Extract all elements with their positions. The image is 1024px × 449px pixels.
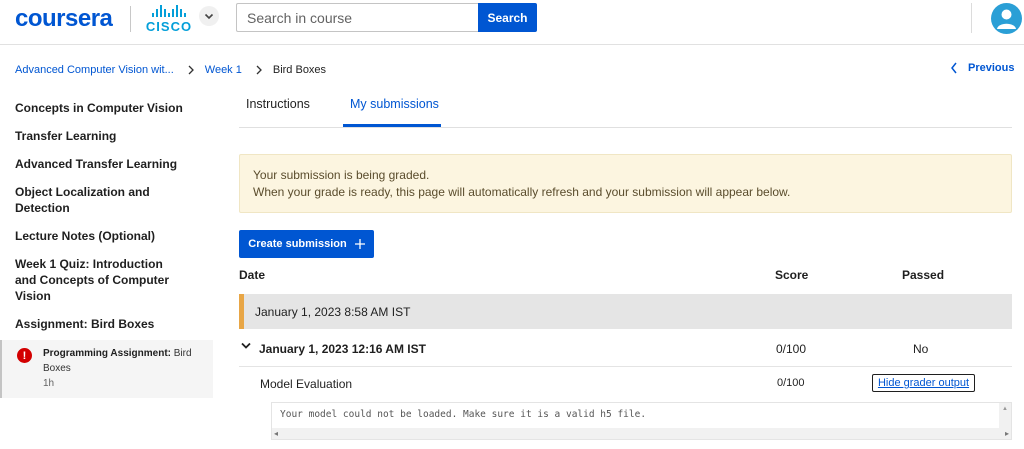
sidebar-item-week1-quiz[interactable]: Week 1 Quiz: Introduction and Concepts o… [0, 254, 200, 308]
active-tab-indicator [343, 124, 441, 127]
vertical-scrollbar[interactable]: ▲ [999, 403, 1011, 429]
notice-line2: When your grade is ready, this page will… [253, 185, 791, 199]
evaluation-label: Model Evaluation [260, 377, 353, 391]
pending-submission-row: January 1, 2023 8:58 AM IST [239, 294, 1012, 329]
submission-passed: No [913, 342, 929, 356]
plus-icon [354, 239, 365, 249]
previous-link[interactable]: Previous [950, 62, 1014, 74]
content-tabs: Instructions My submissions [239, 84, 1012, 128]
hide-grader-output-button[interactable]: Hide grader output [872, 374, 975, 392]
cisco-bars-icon [143, 5, 195, 17]
chevron-right-icon [256, 65, 262, 75]
previous-label: Previous [968, 62, 1015, 74]
sidebar-sub-text: Programming Assignment: Bird Boxes 1h [43, 346, 203, 391]
search-input[interactable] [236, 3, 478, 32]
sidebar-item-assignment[interactable]: Assignment: Bird Boxes [0, 314, 213, 336]
header-divider [971, 3, 972, 33]
tab-instructions[interactable]: Instructions [246, 97, 310, 111]
scroll-right-icon[interactable]: ▸ [1005, 429, 1009, 438]
submission-score: 0/100 [776, 342, 807, 356]
partner-menu-button[interactable] [199, 6, 219, 26]
grading-notice: Your submission is being graded. When yo… [239, 154, 1012, 213]
user-icon [997, 9, 1016, 29]
chevron-down-icon[interactable] [241, 342, 251, 350]
sidebar-item-lecture-notes[interactable]: Lecture Notes (Optional) [0, 226, 213, 248]
column-header-passed: Passed [902, 268, 945, 282]
submission-row[interactable]: January 1, 2023 12:16 AM IST 0/100 No [239, 335, 1012, 367]
scroll-up-icon[interactable]: ▲ [1002, 406, 1008, 412]
cisco-wordmark: CISCO [145, 19, 193, 34]
grader-output-text: Your model could not be loaded. Make sur… [280, 409, 647, 420]
chevron-right-icon [188, 65, 194, 75]
scroll-left-icon[interactable]: ◂ [274, 429, 278, 438]
cisco-logo[interactable]: CISCO [143, 5, 195, 35]
top-header: coursera CISCO Search [0, 0, 1024, 45]
create-submission-button[interactable]: Create submission [239, 230, 374, 258]
chevron-down-icon [204, 13, 214, 20]
sidebar-sub-type: Programming Assignment: [43, 348, 171, 359]
sidebar-item-object-localization[interactable]: Object Localization and Detection [0, 182, 200, 220]
grader-output-box[interactable]: Your model could not be loaded. Make sur… [271, 402, 1012, 440]
pending-submission-date: January 1, 2023 8:58 AM IST [255, 305, 411, 319]
create-submission-label: Create submission [248, 238, 347, 250]
breadcrumb-week-link[interactable]: Week 1 [205, 64, 242, 76]
horizontal-scrollbar[interactable]: ◂ ▸ [272, 428, 1011, 439]
sidebar-item-transfer-learning[interactable]: Transfer Learning [0, 126, 213, 148]
chevron-left-icon [951, 62, 957, 74]
notice-line1: Your submission is being graded. [253, 168, 430, 182]
logo-divider [130, 6, 131, 32]
evaluation-row: Model Evaluation 0/100 Hide grader outpu… [239, 368, 1012, 400]
column-header-score: Score [775, 268, 809, 282]
evaluation-score: 0/100 [777, 377, 805, 389]
column-header-date: Date [239, 268, 266, 282]
sidebar-item-concepts[interactable]: Concepts in Computer Vision [0, 98, 213, 120]
user-avatar[interactable] [991, 3, 1022, 34]
error-icon: ! [17, 348, 32, 363]
submission-date: January 1, 2023 12:16 AM IST [259, 342, 426, 356]
sidebar-item-advanced-transfer-learning[interactable]: Advanced Transfer Learning [0, 154, 213, 176]
search-button[interactable]: Search [478, 3, 537, 32]
coursera-logo[interactable]: coursera [15, 5, 113, 33]
sidebar-sub-duration: 1h [43, 378, 55, 389]
course-sidebar: Concepts in Computer Vision Transfer Lea… [0, 98, 213, 398]
breadcrumb: Advanced Computer Vision wit... Week 1 B… [15, 62, 326, 78]
sidebar-item-programming-assignment[interactable]: ! Programming Assignment: Bird Boxes 1h [0, 340, 213, 398]
breadcrumb-current: Bird Boxes [272, 64, 327, 76]
tab-my-submissions[interactable]: My submissions [350, 97, 439, 111]
breadcrumb-course-link[interactable]: Advanced Computer Vision wit... [15, 64, 174, 76]
